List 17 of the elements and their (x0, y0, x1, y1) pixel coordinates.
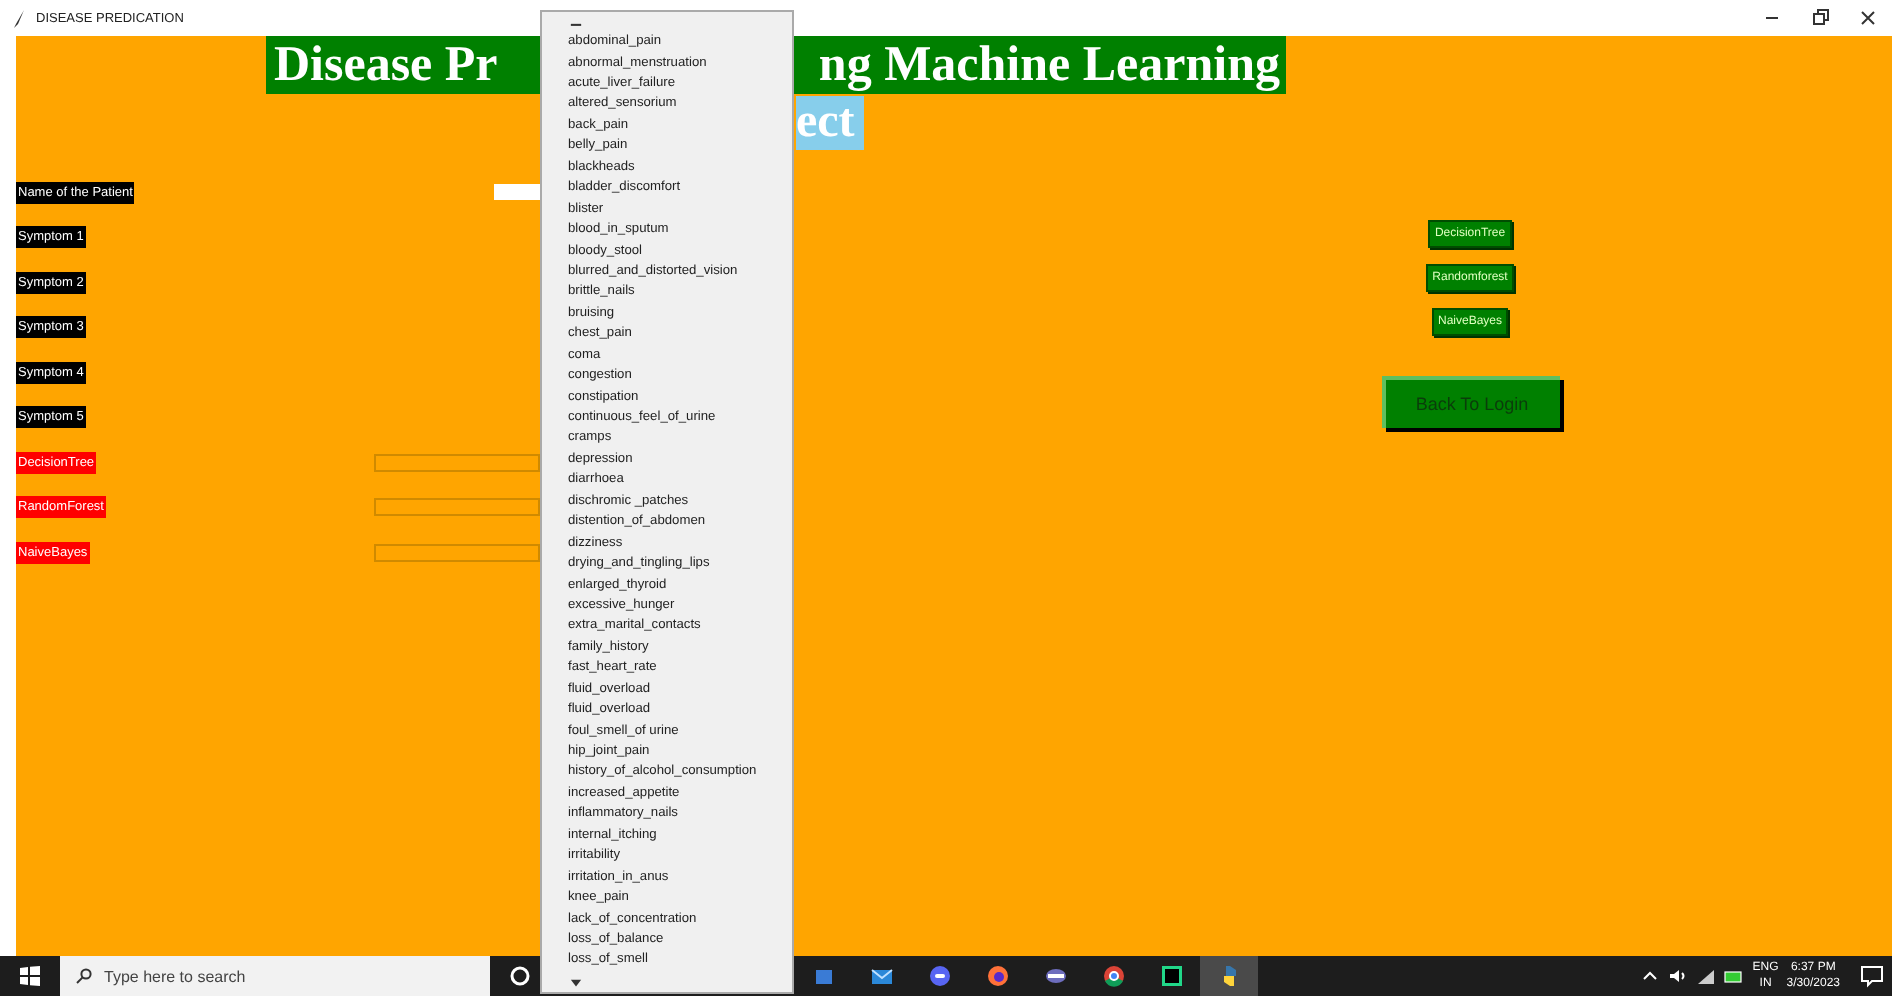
scroll-up-icon[interactable] (568, 18, 584, 29)
network-icon[interactable] (1696, 966, 1717, 986)
speaker-icon[interactable] (1668, 966, 1689, 986)
notification-icon[interactable] (1860, 964, 1884, 988)
scroll-down-icon[interactable] (568, 977, 584, 988)
result-field[interactable] (374, 453, 540, 472)
result-field[interactable] (374, 543, 540, 562)
heading-text: ng Machine Learning (818, 37, 1280, 93)
symptom-dropdown-list[interactable] (540, 10, 794, 994)
battery-icon[interactable] (1724, 966, 1745, 986)
search-icon (76, 968, 92, 984)
name-input-field[interactable] (494, 184, 540, 201)
heading-text: Disease Pr (274, 37, 498, 93)
python-icon[interactable] (1200, 956, 1258, 996)
result-field[interactable] (374, 498, 540, 517)
subheading: ect (796, 96, 864, 150)
taskbar-search-field[interactable]: Type here to search (60, 956, 490, 996)
